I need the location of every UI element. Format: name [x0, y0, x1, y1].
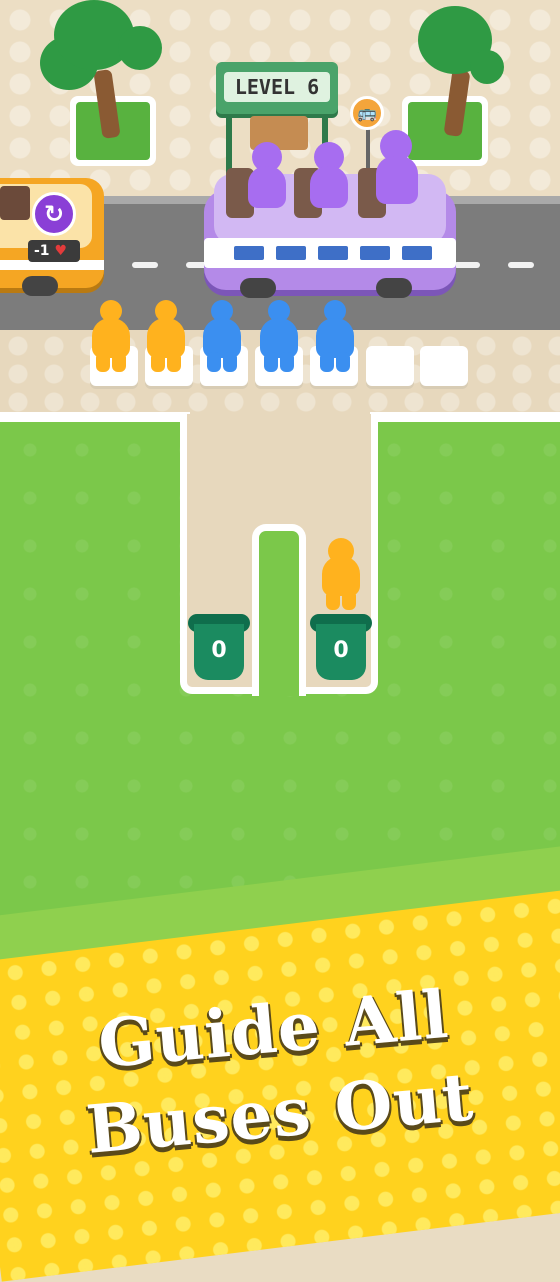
level-label: LEVEL 6	[224, 72, 330, 102]
queued-passenger-yellow[interactable]	[88, 300, 132, 372]
counter-bin[interactable]: 0	[188, 614, 250, 680]
queue-slot-empty	[420, 346, 468, 386]
counter-bin[interactable]: 0	[310, 614, 372, 680]
left-tree-foliage	[118, 26, 162, 70]
left-bus[interactable]: ↻ -1 ♥	[0, 168, 104, 296]
queued-passenger-blue[interactable]	[199, 300, 243, 372]
bin-count: 0	[211, 638, 227, 663]
heart-icon: ♥	[54, 243, 67, 259]
waiting-passenger[interactable]	[318, 538, 362, 610]
queued-passenger-blue[interactable]	[312, 300, 356, 372]
bin-count: 0	[333, 638, 349, 663]
lane-marking	[132, 262, 158, 268]
boarded-passenger	[244, 142, 288, 214]
bus-stop-icon: 🚌	[350, 96, 384, 130]
path-border	[370, 412, 560, 422]
bus-badge: -1 ♥	[28, 240, 80, 262]
right-tree-foliage	[470, 50, 504, 84]
lane-marking	[454, 262, 480, 268]
boarded-passenger	[306, 142, 350, 214]
queued-passenger-blue[interactable]	[256, 300, 300, 372]
path-border	[0, 412, 190, 422]
lane-divider	[252, 524, 306, 696]
boarded-passenger	[372, 130, 418, 204]
badge-text: -1	[34, 243, 50, 259]
bus-shelter: LEVEL 6	[216, 62, 338, 114]
refresh-icon[interactable]: ↻	[32, 192, 76, 236]
queue-slot-empty	[366, 346, 414, 386]
lane-marking	[508, 262, 534, 268]
queued-passenger-yellow[interactable]	[143, 300, 187, 372]
